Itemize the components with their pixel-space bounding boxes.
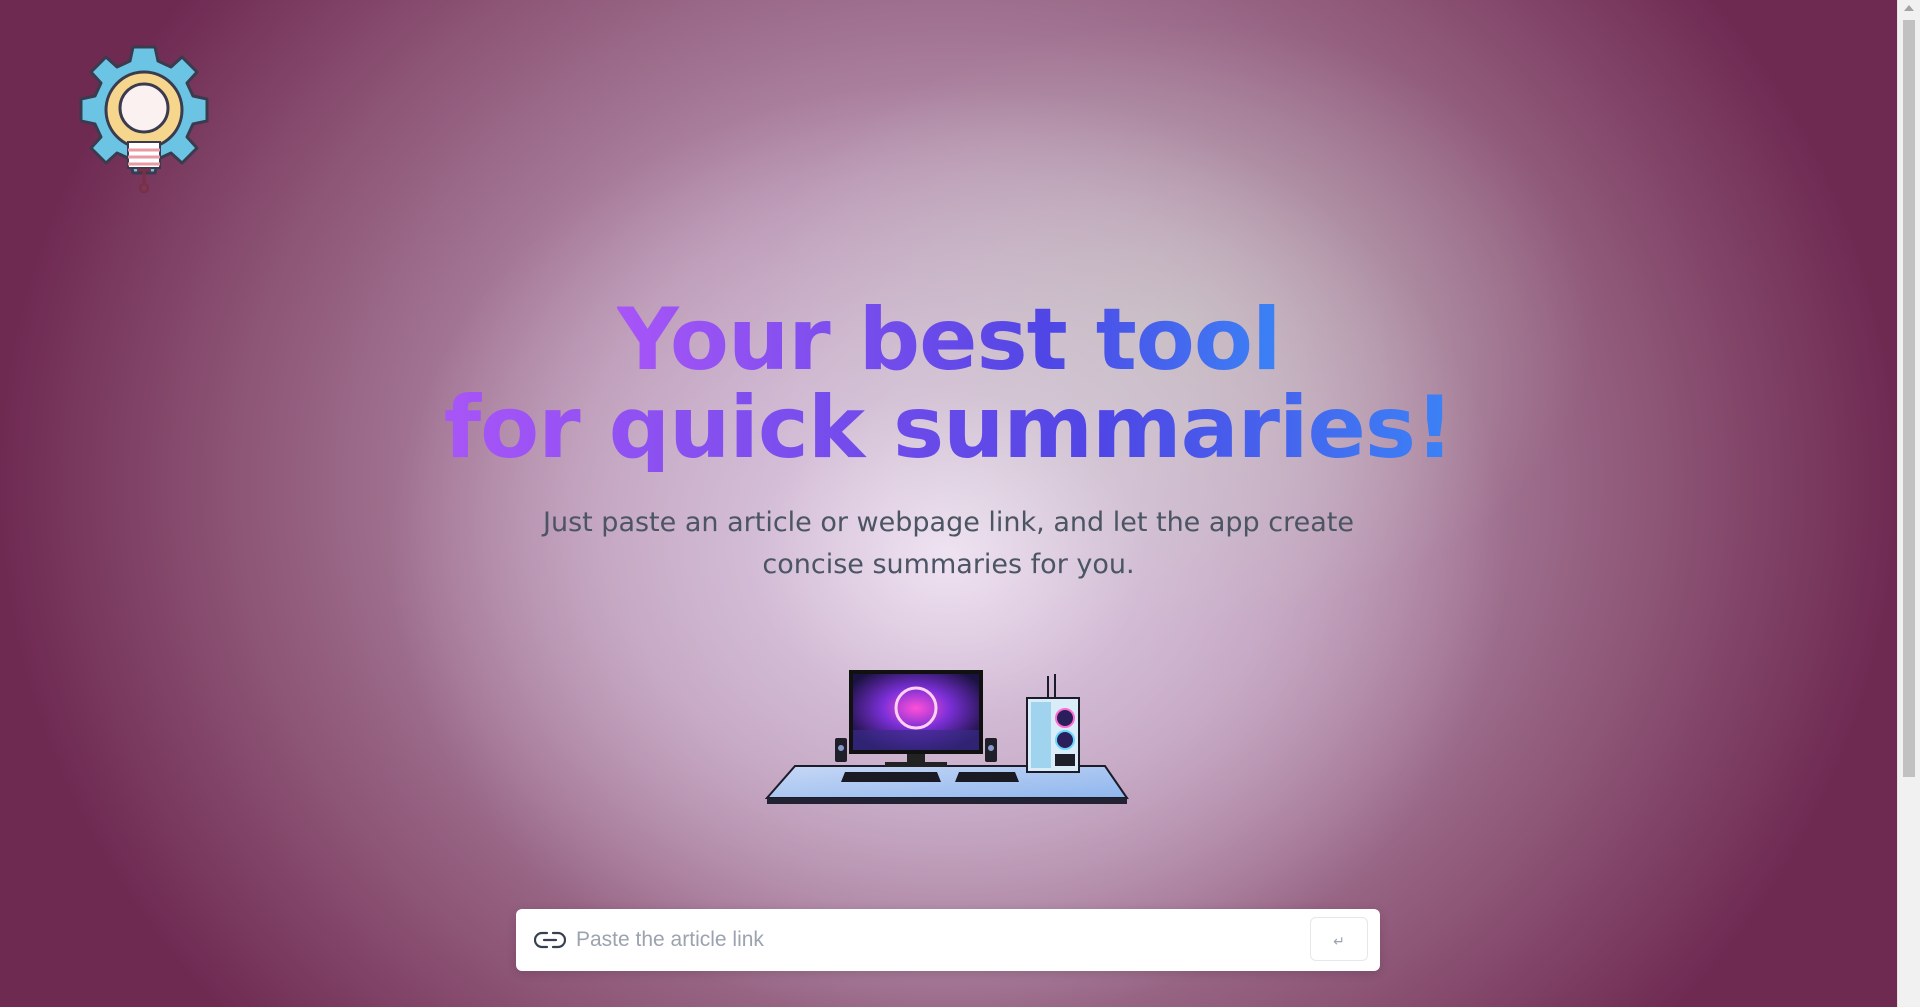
hero-title-line-2: for quick summaries! xyxy=(443,378,1455,478)
submit-button[interactable]: ↵ xyxy=(1310,917,1368,961)
article-link-input[interactable] xyxy=(576,919,1276,961)
enter-icon: ↵ xyxy=(1333,934,1345,950)
vertical-scrollbar[interactable] xyxy=(1897,0,1920,1007)
hero-subtitle: Just paste an article or webpage link, a… xyxy=(543,507,1354,580)
lightbulb-gear-icon xyxy=(72,40,220,202)
scrollbar-thumb[interactable] xyxy=(1903,20,1915,777)
scroll-up-arrow-icon[interactable] xyxy=(1904,5,1914,11)
desktop-setup-illustration xyxy=(764,668,1135,808)
hero-section: Your best tool for quick summaries! Just… xyxy=(0,296,1897,586)
hero-title-line-1: Your best tool xyxy=(616,290,1282,390)
page-background: Your best tool for quick summaries! Just… xyxy=(0,0,1897,1007)
summarize-form: ↵ xyxy=(516,909,1380,971)
link-icon xyxy=(533,929,567,951)
hero-title: Your best tool for quick summaries! xyxy=(0,296,1897,472)
